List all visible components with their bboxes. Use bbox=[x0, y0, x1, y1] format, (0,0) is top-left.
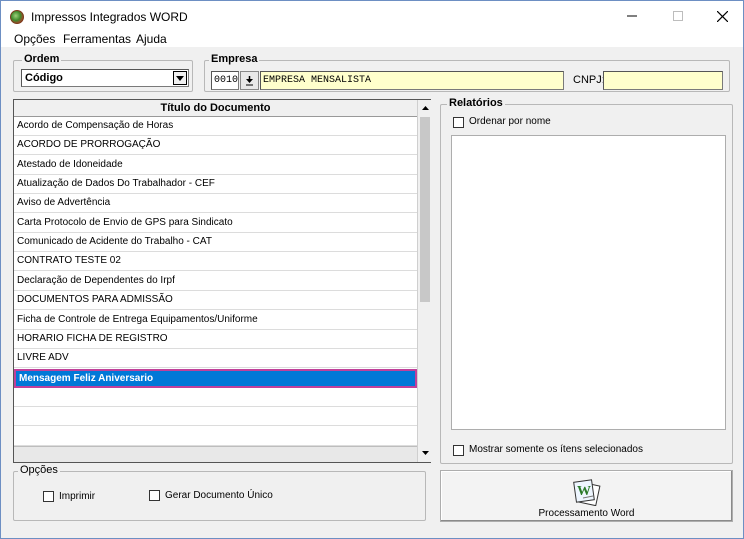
table-row-empty[interactable] bbox=[14, 388, 417, 407]
arrow-up-icon bbox=[421, 106, 429, 110]
word-document-icon: W bbox=[573, 479, 601, 506]
close-icon bbox=[716, 10, 728, 22]
close-button[interactable] bbox=[699, 1, 744, 31]
table-row[interactable]: LIVRE ADV bbox=[14, 349, 417, 369]
ordenar-nome-label: Ordenar por nome bbox=[469, 116, 551, 127]
relatorios-legend: Relatórios bbox=[447, 97, 505, 109]
documents-grid[interactable]: Título do Documento Acordo de Compensaçã… bbox=[13, 99, 431, 463]
dropdown-button[interactable] bbox=[173, 71, 187, 85]
scroll-up-button[interactable] bbox=[418, 100, 432, 116]
table-row[interactable]: Mensagem Feliz Aniversario bbox=[14, 368, 417, 388]
horizontal-scrollbar[interactable] bbox=[14, 446, 417, 462]
table-row[interactable]: Atestado de Idoneidade bbox=[14, 156, 417, 175]
arrow-down-icon bbox=[421, 451, 429, 455]
window-title: Impressos Integrados WORD bbox=[31, 10, 188, 24]
mostrar-selecionados-checkbox[interactable] bbox=[453, 445, 464, 456]
cnpj-label: CNPJ: bbox=[573, 74, 605, 86]
ordem-value: Código bbox=[25, 72, 63, 84]
ordem-select[interactable]: Código bbox=[21, 69, 189, 87]
vertical-scrollbar[interactable] bbox=[417, 100, 431, 462]
mostrar-selecionados-label: Mostrar somente os ítens selecionados bbox=[469, 444, 643, 455]
table-row[interactable]: Atualização de Dados Do Trabalhador - CE… bbox=[14, 175, 417, 195]
imprimir-checkbox[interactable] bbox=[43, 491, 54, 502]
maximize-icon bbox=[673, 11, 683, 21]
table-row[interactable]: Comunicado de Acidente do Trabalho - CAT bbox=[14, 233, 417, 253]
processamento-word-button[interactable]: W Processamento Word bbox=[440, 470, 733, 522]
title-bar: Impressos Integrados WORD bbox=[1, 1, 743, 31]
relatorios-list[interactable] bbox=[451, 135, 726, 430]
table-row[interactable]: DOCUMENTOS PARA ADMISSÃO bbox=[14, 291, 417, 311]
table-row[interactable]: CONTRATO TESTE 02 bbox=[14, 252, 417, 272]
app-icon bbox=[10, 10, 24, 24]
gerar-documento-unico-label: Gerar Documento Único bbox=[165, 490, 273, 501]
table-row-empty[interactable] bbox=[14, 427, 417, 446]
ordenar-nome-checkbox[interactable] bbox=[453, 117, 464, 128]
table-row[interactable]: ACORDO DE PRORROGAÇÃO bbox=[14, 136, 417, 156]
chevron-down-icon bbox=[176, 75, 184, 81]
minimize-button[interactable] bbox=[609, 1, 655, 31]
imprimir-label: Imprimir bbox=[59, 491, 96, 502]
table-row[interactable]: Acordo de Compensação de Horas bbox=[14, 117, 417, 136]
cnpj-field[interactable] bbox=[603, 71, 723, 90]
grid-header-titulo[interactable]: Título do Documento bbox=[14, 100, 417, 117]
table-row[interactable]: HORARIO FICHA DE REGISTRO bbox=[14, 330, 417, 349]
download-arrow-icon bbox=[246, 75, 253, 85]
table-row[interactable]: Ficha de Controle de Entrega Equipamento… bbox=[14, 311, 417, 330]
app-window: Impressos Integrados WORD Opções Ferrame… bbox=[0, 0, 744, 539]
maximize-button[interactable] bbox=[655, 1, 701, 31]
empresa-name-field[interactable]: EMPRESA MENSALISTA bbox=[260, 71, 564, 90]
empresa-code-field[interactable]: 0010 bbox=[211, 71, 239, 90]
table-row[interactable]: Carta Protocolo de Envio de GPS para Sin… bbox=[14, 214, 417, 233]
table-row[interactable]: Declaração de Dependentes do Irpf bbox=[14, 272, 417, 291]
scroll-down-button[interactable] bbox=[418, 445, 432, 461]
ordem-legend: Ordem bbox=[22, 53, 62, 65]
empresa-lookup-button[interactable] bbox=[240, 71, 259, 90]
menu-ajuda[interactable]: Ajuda bbox=[136, 32, 167, 46]
gerar-documento-unico-checkbox[interactable] bbox=[149, 490, 160, 501]
opcoes-legend: Opções bbox=[18, 464, 60, 476]
table-row[interactable]: Aviso de Advertência bbox=[14, 194, 417, 214]
table-row-empty[interactable] bbox=[14, 407, 417, 427]
menu-opcoes[interactable]: Opções bbox=[14, 32, 55, 46]
processamento-word-label: Processamento Word bbox=[538, 508, 635, 519]
scrollbar-thumb[interactable] bbox=[420, 117, 430, 302]
menu-bar: Opções Ferramentas Ajuda bbox=[1, 31, 743, 47]
minimize-icon bbox=[627, 15, 637, 17]
menu-ferramentas[interactable]: Ferramentas bbox=[63, 32, 131, 46]
empresa-legend: Empresa bbox=[209, 53, 260, 65]
